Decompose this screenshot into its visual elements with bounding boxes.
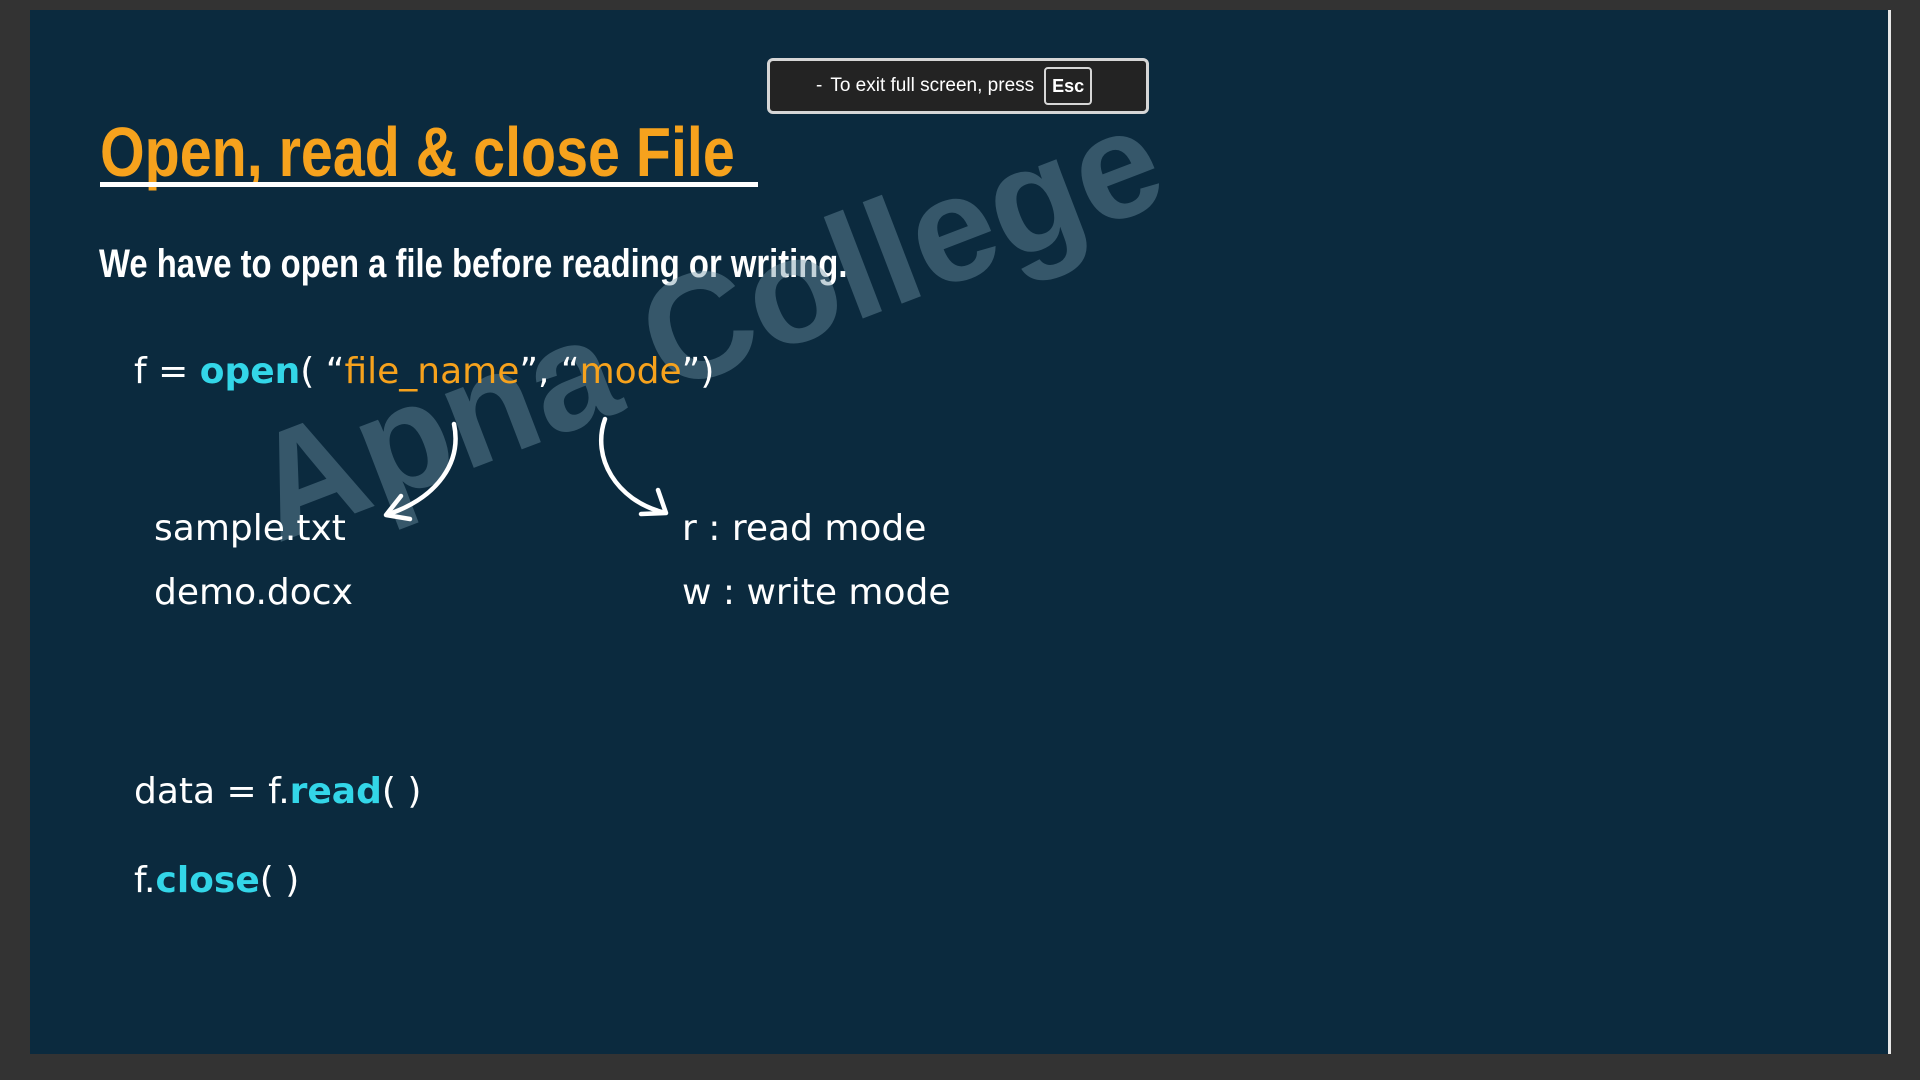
toast-message: To exit full screen, press [830,75,1035,96]
close-keyword: close [155,860,260,901]
fullscreen-exit-toast: - To exit full screen, press Esc [767,58,1149,114]
toast-dash: - [816,75,823,96]
read-parens: ( ) [381,771,422,812]
esc-key-badge[interactable]: Esc [1044,67,1093,105]
arrow-to-modes-icon [598,416,665,515]
close-lhs: f. [134,860,156,901]
mode-write: w : write mode [682,572,951,613]
read-lhs: data = f. [134,771,290,812]
close-parens: ( ) [259,860,300,901]
mode-read: r : read mode [682,508,927,549]
file-example-1: sample.txt [154,508,346,549]
read-code-line: data = f.read( ) [134,769,421,815]
file-example-2: demo.docx [154,572,353,613]
close-code-line: f.close( ) [134,858,299,904]
read-keyword: read [289,771,382,812]
